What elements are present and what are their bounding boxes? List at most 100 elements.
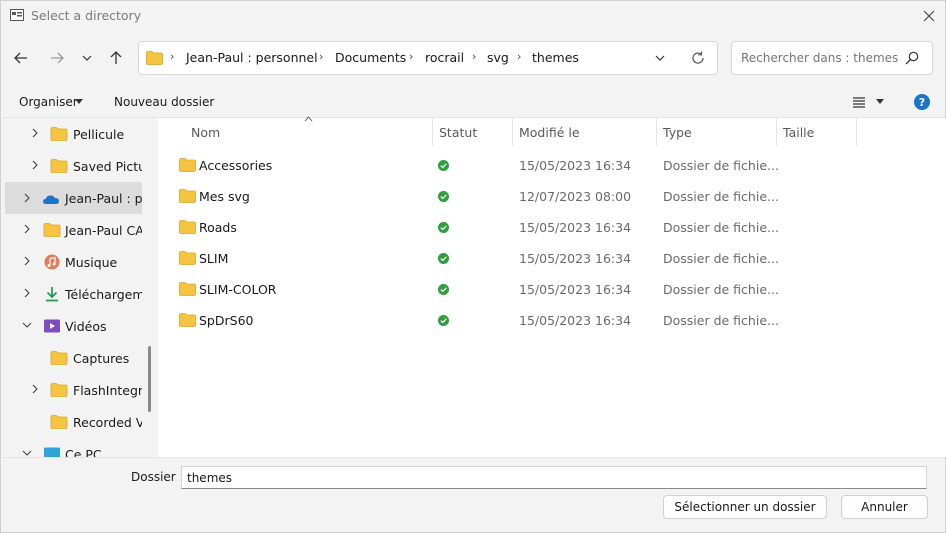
nav-item-pellicule[interactable]: Pellicule — [1, 119, 142, 149]
folder-icon — [43, 223, 61, 237]
column-header-modified[interactable]: Modifié le — [519, 125, 580, 140]
nav-item-flashintegro[interactable]: FlashIntegro — [1, 375, 142, 405]
file-modified: 15/05/2023 16:34 — [519, 220, 632, 235]
folder-icon — [50, 351, 68, 365]
new-folder-button[interactable]: Nouveau dossier — [114, 95, 214, 109]
chevron-right-icon[interactable] — [30, 160, 40, 170]
nav-item-videos[interactable]: Vidéos — [1, 311, 142, 341]
chevron-right-icon[interactable] — [22, 256, 32, 266]
file-modified: 15/05/2023 16:34 — [519, 282, 632, 297]
folder-label: Dossier : — [131, 470, 184, 484]
nav-item-label: Jean-Paul CA — [65, 223, 142, 238]
folder-icon — [50, 383, 68, 397]
forward-button[interactable] — [46, 47, 68, 69]
refresh-icon[interactable] — [690, 50, 706, 66]
folder-icon — [50, 415, 68, 429]
sort-ascending-icon — [304, 116, 313, 122]
search-icon[interactable] — [905, 51, 919, 65]
nav-item-jean-paul-ca[interactable]: Jean-Paul CA — [1, 215, 142, 245]
sync-ok-icon — [438, 160, 449, 171]
chevron-right-icon[interactable] — [22, 193, 32, 203]
view-options-icon[interactable] — [852, 96, 866, 108]
file-modified: 12/07/2023 08:00 — [519, 189, 632, 204]
file-type: Dossier de fichie... — [663, 313, 779, 328]
close-button[interactable] — [916, 4, 942, 28]
app-icon — [10, 9, 24, 21]
file-type: Dossier de fichie... — [663, 251, 779, 266]
column-header-type[interactable]: Type — [663, 125, 692, 140]
breadcrumb-separator: › — [170, 50, 175, 63]
file-name: SLIM — [199, 251, 229, 266]
nav-item-label: FlashIntegro — [73, 383, 142, 398]
nav-item-onedrive[interactable]: Jean-Paul : pe — [5, 182, 142, 214]
breadcrumb-item[interactable]: Documents — [335, 50, 406, 65]
caret-down-icon — [75, 99, 83, 104]
onedrive-cloud-icon — [43, 195, 59, 204]
nav-item-label: Recorded V — [73, 415, 142, 430]
column-divider[interactable] — [856, 118, 857, 146]
sync-ok-icon — [438, 253, 449, 264]
computer-icon — [44, 447, 60, 457]
nav-item-label: Ce PC — [65, 447, 102, 457]
breadcrumb-item[interactable]: Jean-Paul : personnel — [186, 50, 318, 65]
chevron-right-icon[interactable] — [22, 288, 32, 298]
nav-item-ce-pc[interactable]: Ce PC — [1, 439, 142, 457]
folder-icon — [179, 251, 196, 265]
chevron-right-icon[interactable] — [30, 384, 40, 394]
column-divider[interactable] — [656, 118, 657, 146]
nav-item-musique[interactable]: Musique — [1, 247, 142, 277]
music-icon — [44, 254, 60, 270]
file-name: Roads — [199, 220, 237, 235]
chevron-down-icon[interactable] — [22, 448, 32, 457]
file-row[interactable]: Mes svg 12/07/2023 08:00 Dossier de fich… — [160, 182, 940, 212]
folder-input[interactable] — [181, 466, 927, 489]
recent-locations-button[interactable] — [78, 49, 96, 67]
chevron-right-icon[interactable] — [22, 224, 32, 234]
file-row[interactable]: Accessories 15/05/2023 16:34 Dossier de … — [160, 151, 940, 181]
column-divider[interactable] — [432, 118, 433, 146]
file-type: Dossier de fichie... — [663, 220, 779, 235]
chevron-down-icon[interactable] — [22, 320, 32, 330]
caret-down-icon[interactable] — [876, 99, 884, 105]
breadcrumb-item[interactable]: rocrail — [425, 50, 464, 65]
column-header-size[interactable]: Taille — [783, 125, 814, 140]
file-row[interactable]: SpDrS60 15/05/2023 16:34 Dossier de fich… — [160, 306, 940, 336]
arrow-right-icon — [51, 52, 64, 64]
nav-item-captures[interactable]: Captures — [1, 343, 142, 373]
arrow-up-icon — [110, 51, 122, 64]
arrow-left-icon — [14, 52, 27, 64]
chevron-down-icon — [82, 55, 92, 61]
file-row[interactable]: SLIM-COLOR 15/05/2023 16:34 Dossier de f… — [160, 275, 940, 305]
file-name: Mes svg — [199, 189, 250, 204]
breadcrumb-item[interactable]: svg — [487, 50, 509, 65]
column-header-name[interactable]: Nom — [191, 125, 220, 140]
nav-item-saved-pictures[interactable]: Saved Pictur — [1, 151, 142, 181]
column-divider[interactable] — [776, 118, 777, 146]
cancel-button[interactable]: Annuler — [841, 495, 928, 519]
nav-item-telechargements[interactable]: Téléchargeme — [1, 279, 142, 309]
nav-scrollbar-thumb[interactable] — [148, 346, 151, 412]
file-row[interactable]: SLIM 15/05/2023 16:34 Dossier de fichie.… — [160, 244, 940, 274]
select-folder-button[interactable]: Sélectionner un dossier — [663, 495, 827, 519]
breadcrumb-separator: › — [472, 50, 477, 63]
breadcrumb-item[interactable]: themes — [532, 50, 579, 65]
breadcrumb-separator: › — [319, 50, 324, 63]
download-icon — [46, 287, 58, 302]
chevron-right-icon[interactable] — [30, 128, 40, 138]
title-bar — [0, 0, 946, 32]
close-icon — [923, 10, 935, 22]
folder-icon — [179, 189, 196, 203]
column-header-status[interactable]: Statut — [439, 125, 477, 140]
up-button[interactable] — [105, 47, 127, 69]
help-icon[interactable]: ? — [914, 94, 930, 110]
search-input[interactable] — [741, 51, 901, 65]
nav-item-label: Jean-Paul : pe — [65, 191, 142, 206]
chevron-down-icon[interactable] — [652, 50, 668, 66]
file-row[interactable]: Roads 15/05/2023 16:34 Dossier de fichie… — [160, 213, 940, 243]
back-button[interactable] — [10, 47, 32, 69]
folder-icon — [179, 313, 196, 327]
folder-icon — [146, 51, 163, 65]
organise-button[interactable]: Organiser — [19, 95, 78, 109]
column-divider[interactable] — [512, 118, 513, 146]
nav-item-recorded-videos[interactable]: Recorded V — [1, 407, 142, 437]
